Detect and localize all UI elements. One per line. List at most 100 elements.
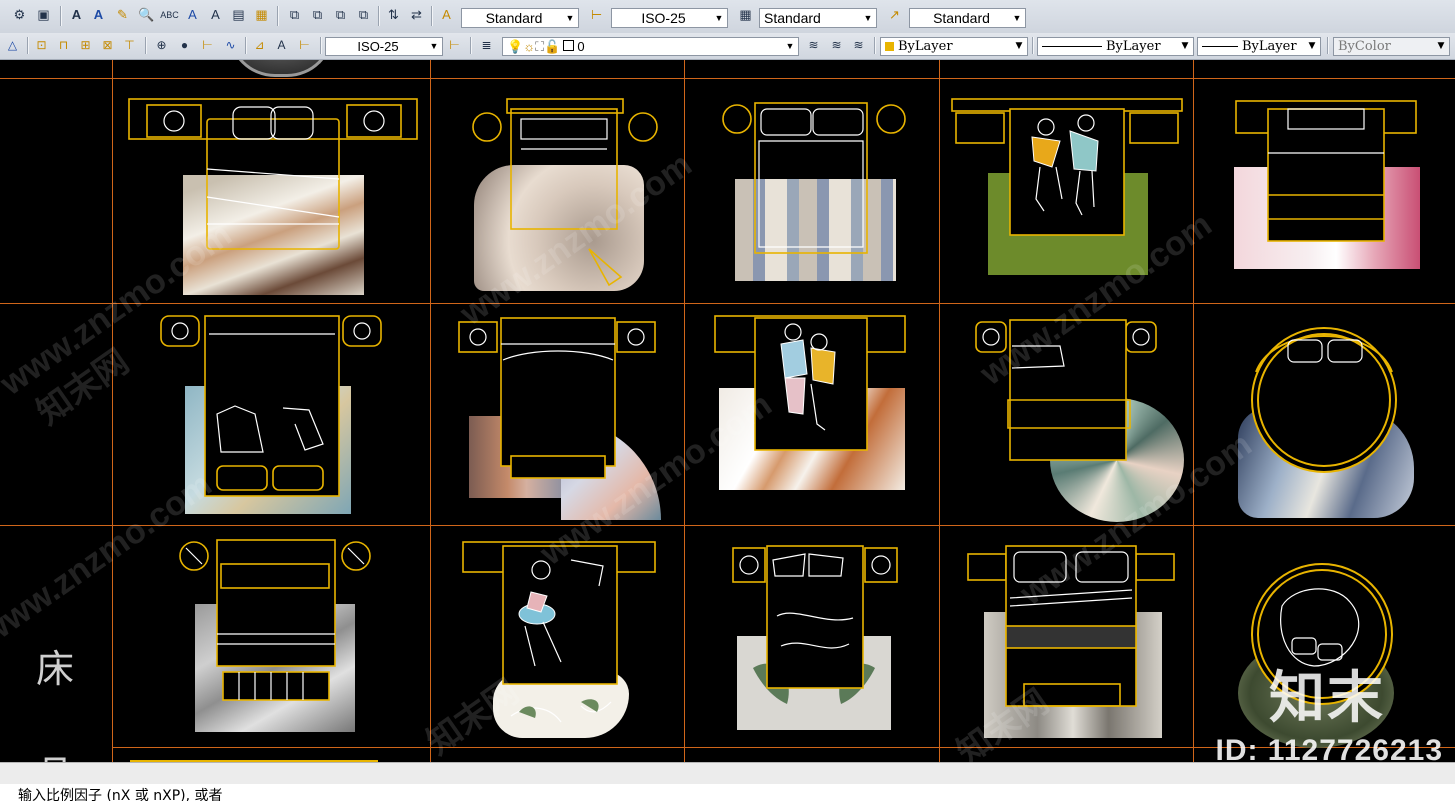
bed-block-r3c4[interactable] — [940, 526, 1192, 747]
bed-block-r3c3[interactable] — [685, 526, 938, 747]
linear-dimension-icon[interactable]: △ — [4, 36, 21, 54]
baseline-dimension-icon[interactable]: ⊢ — [199, 36, 216, 54]
bed-block-r3c1[interactable] — [113, 526, 429, 747]
layer-select[interactable]: 💡☼⛶🔓 0 ▼ — [502, 37, 799, 56]
justify-text-icon[interactable]: ▤ — [229, 5, 248, 24]
bed-drawing — [975, 319, 1157, 461]
dimension-style-manager-icon[interactable]: ⊢ — [446, 36, 463, 54]
linetype-select[interactable]: ByLayer ▼ — [1037, 37, 1194, 56]
toolbar-separator — [378, 6, 380, 26]
arc-dimension-icon[interactable]: ⊓ — [55, 36, 72, 54]
draw-order-icon[interactable]: ⇅ — [384, 5, 403, 24]
layer-value: 0 — [577, 39, 585, 54]
bed-drawing — [1251, 327, 1397, 473]
text-style-icon[interactable]: A — [183, 5, 202, 24]
bed-block-r1c3[interactable] — [685, 79, 938, 302]
bed-drawing — [462, 541, 656, 723]
sun-icon: ☼ — [523, 39, 536, 54]
continue-dimension-icon[interactable]: ∿ — [222, 36, 239, 54]
chevron-down-icon[interactable]: ▼ — [426, 38, 442, 55]
text-style-select[interactable]: Standard ▼ — [461, 8, 579, 28]
toolbar-separator — [60, 6, 62, 26]
multileader-style-select[interactable]: Standard ▼ — [909, 8, 1026, 28]
send-back-icon[interactable]: ⇄ — [407, 5, 426, 24]
make-current-layer-icon[interactable]: ≋ — [805, 36, 822, 54]
command-line[interactable]: 输入比例因子 (nX 或 nXP), 或者 — [0, 784, 1455, 801]
color-select[interactable]: ByLayer ▼ — [880, 37, 1028, 56]
jogged-dimension-icon[interactable]: ⊤ — [121, 36, 138, 54]
layer-properties-icon[interactable]: ≣ — [478, 36, 495, 54]
convert-text-icon[interactable]: ▦ — [252, 5, 271, 24]
standard-annotation-toolbar: ⚙ ▣ A A ✎ 🔍 ABC A A ▤ ▦ ⧉ ⧉ ⧉ ⧉ ⇅ ⇄ A St… — [0, 0, 1455, 34]
bed-block-r1c2[interactable] — [431, 79, 683, 302]
chevron-down-icon[interactable]: ▼ — [1433, 38, 1449, 55]
color-swatch — [885, 42, 894, 51]
find-text-icon[interactable]: 🔍 — [137, 5, 156, 24]
toolbar-separator — [874, 37, 876, 54]
scale-text-icon[interactable]: A — [206, 5, 225, 24]
layer-previous-icon[interactable]: ≋ — [828, 36, 845, 54]
dimension-text-edit-icon[interactable]: A — [273, 36, 290, 54]
spell-check-icon[interactable]: ABC — [160, 5, 179, 24]
text-style-manager-icon[interactable]: A — [437, 5, 456, 24]
quick-dimension-icon[interactable]: ⊿ — [251, 36, 268, 54]
round-rug-partial — [228, 60, 334, 77]
bed-block-r2c1[interactable] — [113, 304, 429, 524]
ordinate-dimension-icon[interactable]: ⊞ — [77, 36, 94, 54]
table-style-select[interactable]: Standard ▼ — [759, 8, 877, 28]
copy-layer-icon[interactable]: ⧉ — [308, 5, 327, 24]
single-line-text-icon[interactable]: A — [89, 5, 108, 24]
edit-text-icon[interactable]: ✎ — [113, 5, 132, 24]
bed-block-r2c3[interactable] — [685, 304, 938, 524]
chevron-down-icon[interactable]: ▼ — [782, 38, 798, 55]
toolbar-separator — [145, 37, 147, 54]
bulb-icon: 💡 — [507, 39, 524, 54]
command-history-bar — [0, 762, 1455, 785]
chevron-down-icon[interactable]: ▼ — [1177, 38, 1193, 55]
center-mark-icon[interactable]: ● — [176, 36, 193, 54]
chevron-down-icon[interactable]: ▼ — [1011, 38, 1027, 55]
color-value: ByLayer — [898, 39, 953, 54]
layer-previous-icon[interactable]: ⧉ — [285, 5, 304, 24]
plot-style-select[interactable]: ByColor ▼ — [1333, 37, 1450, 56]
multileader-style-icon[interactable]: ↗ — [885, 5, 904, 24]
radius-dimension-icon[interactable]: ⊠ — [99, 36, 116, 54]
bed-block-r2c5[interactable] — [1194, 304, 1455, 524]
layer-state-icon[interactable]: ≋ — [850, 36, 867, 54]
dimension-style-select[interactable]: ISO-25 ▼ — [611, 8, 728, 28]
bed-block-r2c2[interactable] — [431, 304, 683, 524]
table-style-value: Standard — [764, 10, 821, 26]
drawing-canvas[interactable]: 床 品 — [0, 60, 1455, 762]
toolbar-separator — [1032, 37, 1034, 54]
bed-block-r1c5[interactable] — [1194, 79, 1455, 302]
bed-block-r1c4[interactable] — [940, 79, 1192, 302]
bed-block-r2c4[interactable] — [940, 304, 1192, 524]
chevron-down-icon[interactable]: ▼ — [711, 9, 727, 27]
bed-block-r1c1[interactable] — [113, 79, 429, 302]
diameter-dimension-icon[interactable]: ⊕ — [153, 36, 170, 54]
bed-drawing — [722, 102, 906, 254]
toolbar-separator — [27, 37, 29, 54]
gear-icon[interactable]: ⚙ — [10, 5, 29, 24]
table-style-icon[interactable]: ▦ — [736, 5, 755, 24]
bed-drawing — [714, 315, 906, 451]
dimension-style-icon[interactable]: ⊢ — [587, 5, 606, 24]
aligned-dimension-icon[interactable]: ⊡ — [33, 36, 50, 54]
dimension-style-select-2[interactable]: ISO-25 ▼ — [325, 37, 443, 56]
chevron-down-icon[interactable]: ▼ — [562, 9, 578, 27]
dimension-update-icon[interactable]: ⊢ — [296, 36, 313, 54]
lineweight-select[interactable]: ByLayer ▼ — [1197, 37, 1321, 56]
select-window-icon[interactable]: ▣ — [34, 5, 53, 24]
stack-icon[interactable]: ⧉ — [331, 5, 350, 24]
chevron-down-icon[interactable]: ▼ — [1009, 9, 1025, 27]
bed-drawing — [951, 98, 1183, 236]
chevron-down-icon[interactable]: ▼ — [860, 9, 876, 27]
lineweight-value: ByLayer — [1242, 39, 1297, 54]
bed-drawing — [458, 317, 656, 479]
bring-front-icon[interactable]: ⧉ — [354, 5, 373, 24]
chevron-down-icon[interactable]: ▼ — [1304, 38, 1320, 55]
bed-drawing — [179, 539, 371, 701]
multiline-text-icon[interactable]: A — [67, 5, 86, 24]
bed-block-r3c2[interactable] — [431, 526, 683, 747]
layer-freeze-vp-icon: ⛶ — [535, 39, 545, 54]
